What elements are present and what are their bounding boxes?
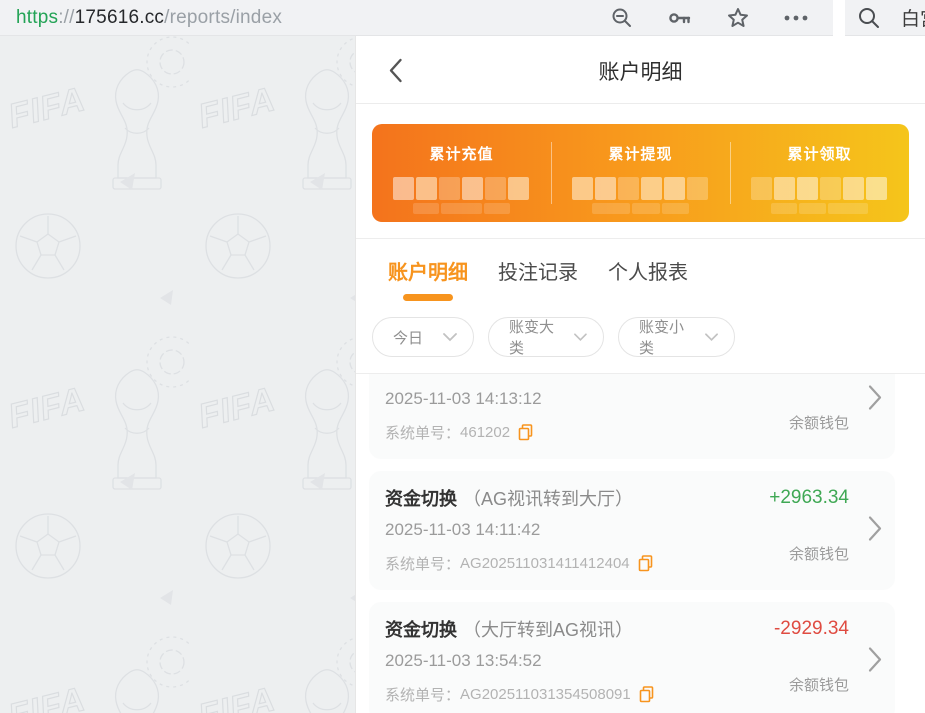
chevron-right-icon [868, 646, 882, 677]
bookmark-star-icon[interactable] [726, 6, 750, 30]
filter-date-dropdown[interactable]: 今日 [372, 317, 474, 357]
transaction-list: -2900.00 2025-11-03 14:13:12 系统单号： 46120… [356, 374, 925, 713]
wallet-label: 余额钱包 [789, 674, 849, 695]
transaction-amount: -2929.34 [774, 618, 849, 640]
redacted-value [751, 177, 887, 214]
transaction-datetime: 2025-11-03 13:54:52 [385, 651, 879, 671]
filter-label: 今日 [393, 327, 423, 348]
page-title: 账户明细 [356, 56, 925, 86]
fifa-watermark-background: FIFA [0, 36, 355, 713]
topbar-gap [833, 0, 845, 36]
url-path: /reports/index [164, 7, 282, 28]
transaction-datetime: 2025-11-03 14:13:12 [385, 389, 879, 409]
summary-total-claim: 累计领取 [730, 124, 909, 222]
password-key-icon[interactable] [667, 6, 693, 30]
filter-label: 账变小类 [639, 316, 695, 358]
account-detail-panel: 账户明细 累计充值 累计提现 [355, 36, 925, 713]
app-header: 账户明细 [356, 36, 925, 104]
transaction-subtitle: （AG视讯转到大厅） [463, 489, 633, 509]
topbar-search-area[interactable]: 白宫 [845, 0, 925, 36]
wallet-label: 余额钱包 [789, 543, 849, 564]
serial-prefix: 系统单号： [385, 684, 460, 705]
filter-bar: 今日 账变大类 账变小类 [356, 311, 925, 373]
serial-number: AG202511031354508091 [460, 686, 631, 703]
summary-total-withdraw: 累计提现 [551, 124, 730, 222]
summary-label: 累计提现 [551, 143, 730, 164]
summary-card: 累计充值 累计提现 累计领取 [372, 124, 909, 222]
search-icon[interactable] [857, 6, 881, 30]
serial-number: 461202 [460, 424, 510, 441]
copy-icon[interactable] [518, 424, 533, 441]
redacted-value [572, 177, 708, 214]
serial-prefix: 系统单号： [385, 422, 460, 443]
summary-section: 累计充值 累计提现 累计领取 [356, 104, 925, 238]
tab-bar: 账户明细 投注记录 个人报表 [356, 239, 925, 311]
address-bar[interactable]: https://175616.cc/reports/index [0, 0, 833, 36]
transaction-subtitle: （大厅转到AG视讯） [463, 620, 633, 640]
transaction-row[interactable]: 资金切换（AG视讯转到大厅） +2963.34 2025-11-03 14:11… [369, 471, 895, 590]
serial-prefix: 系统单号： [385, 553, 460, 574]
copy-icon[interactable] [639, 686, 654, 703]
serial-number: AG202511031411412404 [460, 555, 630, 572]
chevron-down-icon [443, 333, 457, 342]
transaction-row[interactable]: 资金切换（大厅转到AG视讯） -2929.34 2025-11-03 13:54… [369, 602, 895, 713]
filter-label: 账变大类 [509, 316, 564, 358]
summary-total-deposit: 累计充值 [372, 124, 551, 222]
transaction-datetime: 2025-11-03 14:11:42 [385, 520, 879, 540]
copy-icon[interactable] [638, 555, 653, 572]
chevron-down-icon [705, 333, 718, 342]
chevron-down-icon [574, 333, 587, 342]
wallet-label: 余额钱包 [789, 412, 849, 433]
transaction-row[interactable]: -2900.00 2025-11-03 14:13:12 系统单号： 46120… [369, 374, 895, 459]
topbar-search-text: 白宫 [901, 4, 925, 31]
summary-label: 累计领取 [730, 143, 909, 164]
tab-bet-records[interactable]: 投注记录 [498, 256, 578, 285]
chevron-right-icon [868, 515, 882, 546]
page-url[interactable]: https://175616.cc/reports/index [16, 7, 282, 29]
filter-minor-type-dropdown[interactable]: 账变小类 [618, 317, 735, 357]
tab-account-detail[interactable]: 账户明细 [388, 256, 468, 301]
redacted-value [393, 177, 529, 214]
tab-personal-report[interactable]: 个人报表 [608, 256, 688, 285]
zoom-out-icon[interactable] [610, 6, 634, 30]
fifa-pattern-svg: FIFA [0, 36, 355, 713]
chevron-right-icon [868, 384, 882, 415]
transaction-amount: +2963.34 [769, 487, 849, 509]
transaction-title: 资金切换（大厅转到AG视讯） [385, 620, 633, 640]
browser-topbar: https://175616.cc/reports/index [0, 0, 925, 36]
summary-label: 累计充值 [372, 143, 551, 164]
filter-major-type-dropdown[interactable]: 账变大类 [488, 317, 604, 357]
url-scheme: https [16, 7, 58, 28]
transaction-title: 资金切换（AG视讯转到大厅） [385, 489, 633, 509]
url-host: 175616.cc [75, 7, 164, 28]
url-separator: :// [58, 7, 74, 28]
transaction-amount: -2900.00 [774, 374, 849, 378]
more-menu-icon[interactable] [783, 14, 809, 22]
